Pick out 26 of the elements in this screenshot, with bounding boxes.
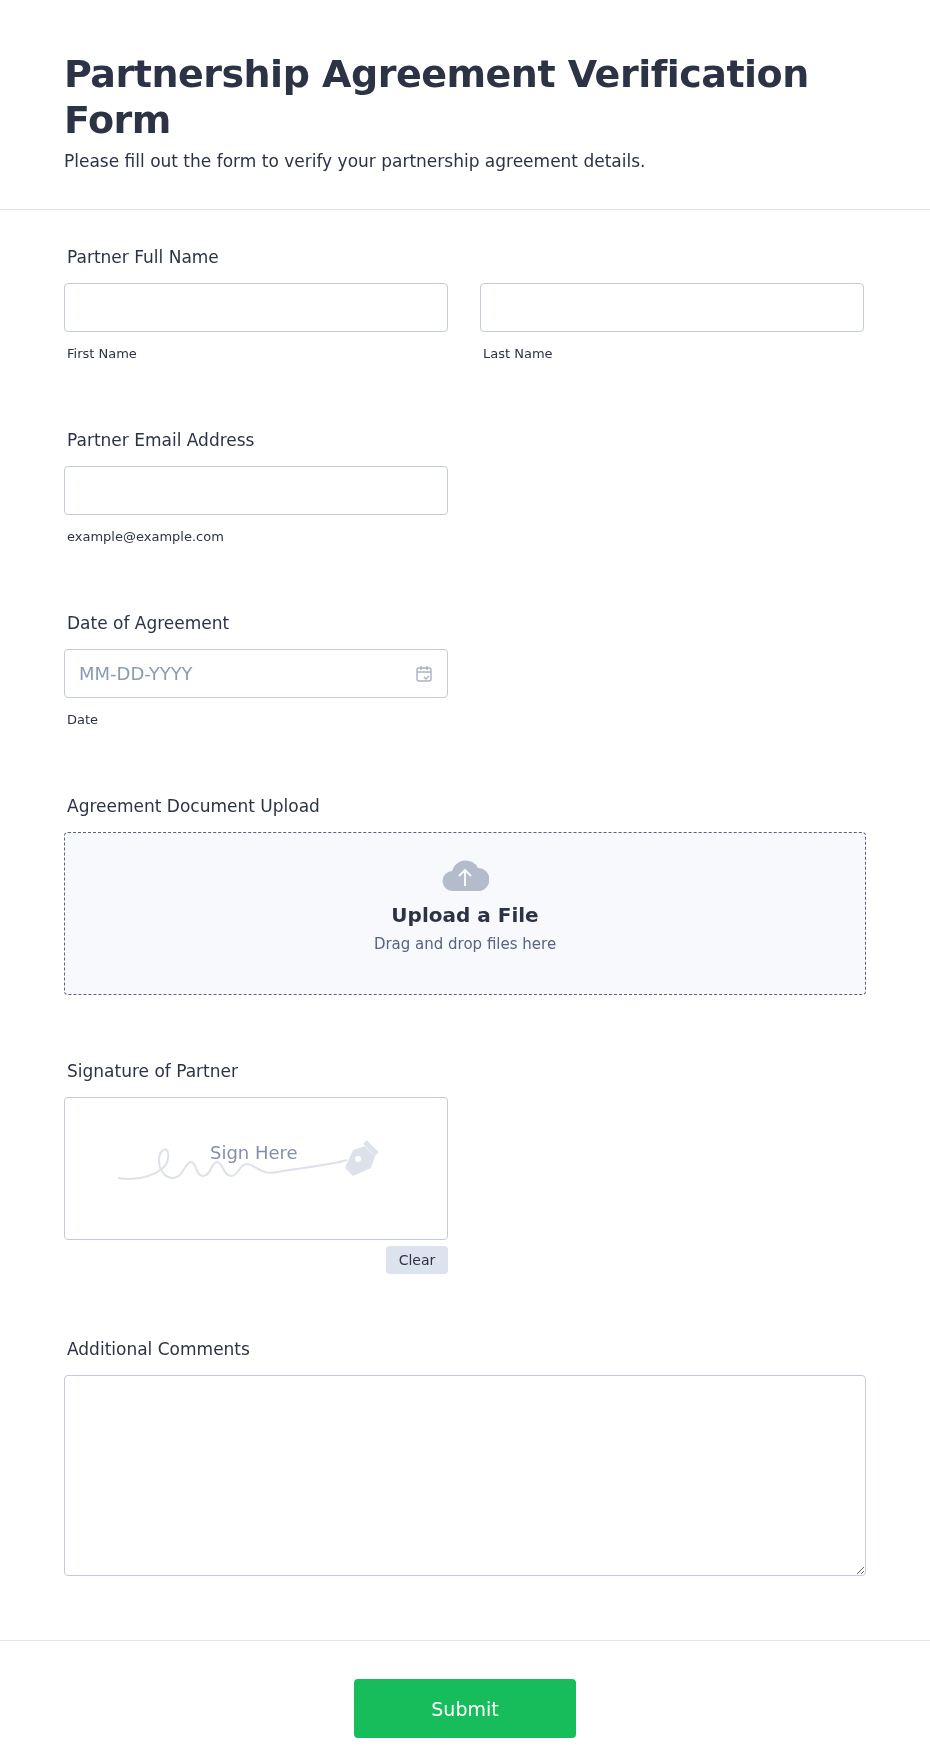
sub-label: example@example.com	[67, 529, 225, 545]
field-label: Date of Agreement	[67, 612, 231, 635]
form-title: Partnership Agreement Verification Form	[64, 52, 810, 144]
upload-area[interactable]: Upload a File Drag and drop files here	[64, 832, 866, 996]
field-label: Agreement Document Upload	[67, 795, 321, 818]
cloud-upload-icon	[441, 859, 489, 892]
signature-hint: Sign Here	[210, 1142, 298, 1164]
sub-label: Last Name	[483, 346, 554, 362]
signature-pad[interactable]: Sign Here	[64, 1097, 448, 1241]
sub-label: First Name	[67, 346, 138, 362]
calendar-icon[interactable]	[415, 664, 433, 683]
comments-field[interactable]	[64, 1375, 866, 1577]
field-label: Additional Comments	[67, 1338, 251, 1361]
field-label: Partner Full Name	[67, 246, 220, 269]
form-subtitle: Please fill out the form to verify your partnership agreement details.	[64, 151, 647, 172]
field-label: Signature of Partner	[67, 1060, 239, 1083]
upload-hint: Drag and drop files here	[373, 935, 557, 954]
upload-title: Upload a File	[391, 903, 539, 928]
field-label: Partner Email Address	[67, 429, 256, 452]
submit-button[interactable]: Submit	[354, 1679, 576, 1739]
sub-label: Date	[67, 712, 100, 728]
input-field[interactable]	[480, 283, 864, 333]
date-field[interactable]: MM-DD-YYYY	[64, 649, 448, 699]
input-field[interactable]	[64, 283, 448, 333]
email-field[interactable]	[64, 466, 448, 516]
clear-button[interactable]: Clear	[386, 1246, 448, 1275]
